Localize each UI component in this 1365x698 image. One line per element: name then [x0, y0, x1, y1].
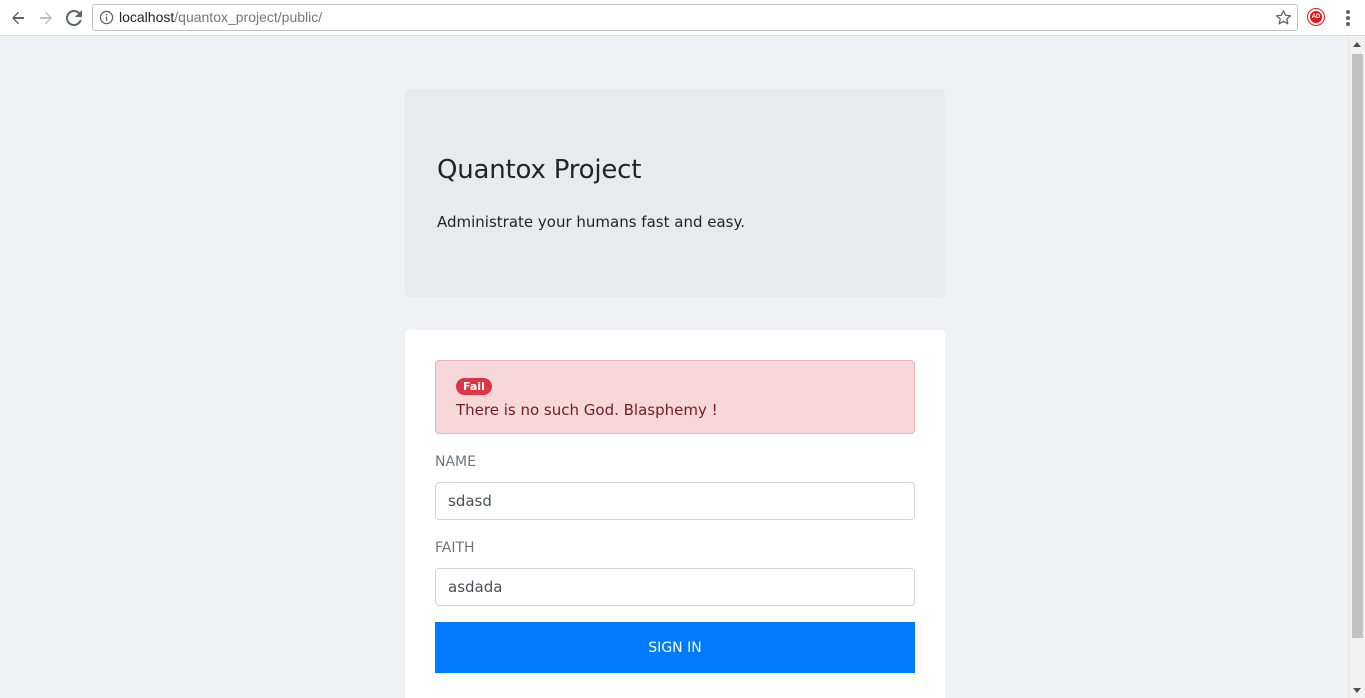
- page-title: Quantox Project: [437, 155, 642, 185]
- url-path: /quantox_project/public/: [174, 9, 323, 25]
- bookmark-star-icon[interactable]: [1275, 9, 1292, 26]
- sign-in-button[interactable]: SIGN IN: [435, 622, 915, 673]
- scroll-up-arrow-icon[interactable]: [1353, 42, 1361, 47]
- back-arrow-icon: [12, 11, 24, 25]
- page-scrollbar[interactable]: [1348, 37, 1365, 698]
- reload-button[interactable]: [63, 7, 85, 29]
- address-bar[interactable]: localhost/quantox_project/public/: [92, 4, 1298, 31]
- signin-card: Fail There is no such God. Blasphemy ! N…: [405, 330, 945, 698]
- forward-button[interactable]: [35, 7, 57, 29]
- error-alert: Fail There is no such God. Blasphemy !: [435, 360, 915, 434]
- page-subtitle: Administrate your humans fast and easy.: [437, 213, 745, 231]
- name-input[interactable]: [435, 482, 915, 520]
- header-jumbotron: Quantox Project Administrate your humans…: [405, 89, 945, 297]
- scroll-down-arrow-icon[interactable]: [1353, 688, 1361, 693]
- fail-badge: Fail: [456, 378, 492, 395]
- faith-input[interactable]: [435, 568, 915, 606]
- url-host: localhost: [119, 9, 175, 25]
- forward-arrow-icon: [40, 11, 52, 25]
- alert-message: There is no such God. Blasphemy !: [456, 401, 718, 419]
- browser-toolbar: localhost/quantox_project/public/ AD: [0, 0, 1365, 36]
- adblock-extension-icon[interactable]: AD: [1308, 9, 1324, 25]
- name-label: NAME: [435, 454, 476, 470]
- back-button[interactable]: [7, 7, 29, 29]
- url-text: localhost/quantox_project/public/: [119, 9, 322, 25]
- scrollbar-thumb[interactable]: [1352, 54, 1363, 638]
- reload-icon: [66, 10, 82, 26]
- browser-menu-icon[interactable]: [1340, 9, 1356, 27]
- info-icon[interactable]: [99, 10, 114, 25]
- faith-label: FAITH: [435, 540, 475, 556]
- extension-label: AD: [1311, 14, 1321, 20]
